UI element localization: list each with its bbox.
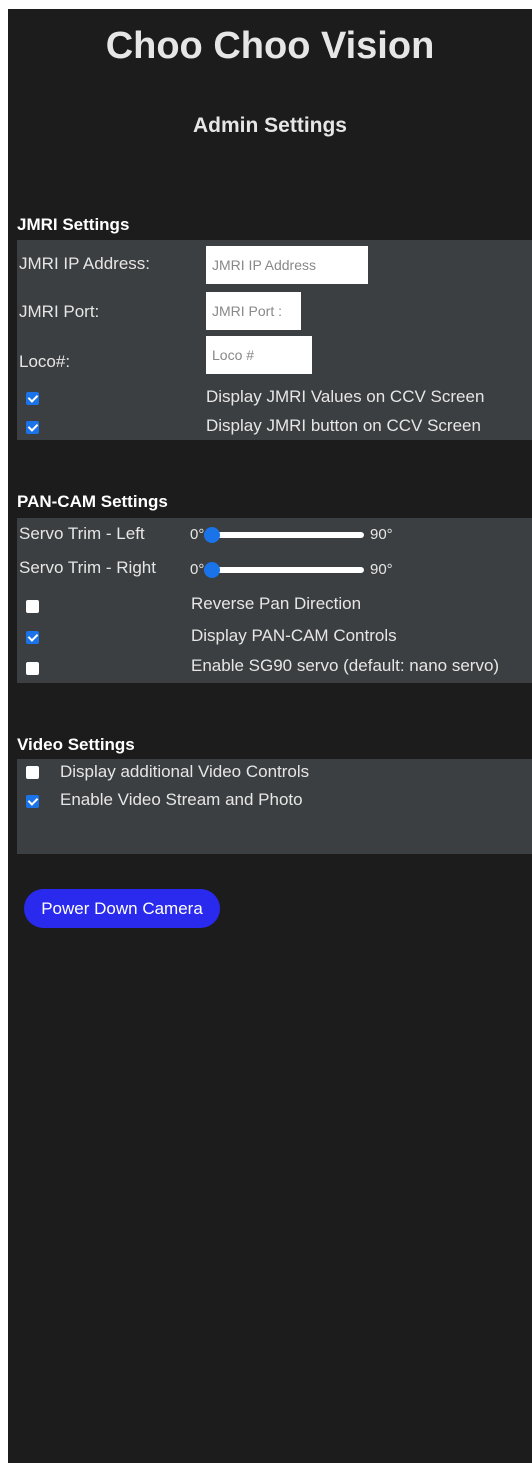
servo-trim-right-label: Servo Trim - Right [19,558,156,577]
jmri-ip-input[interactable] [206,246,368,284]
video-settings-heading: Video Settings [17,735,135,754]
servo-trim-left-slider[interactable] [204,527,364,543]
slider-track [204,532,364,538]
servo-trim-left-max: 90° [370,526,393,543]
enable-sg90-label: Enable SG90 servo (default: nano servo) [191,656,500,675]
reverse-pan-label: Reverse Pan Direction [191,594,362,613]
display-pancam-controls-label: Display PAN-CAM Controls [191,626,397,645]
servo-trim-right-slider[interactable] [204,562,364,578]
pancam-settings-panel: Servo Trim - Left 0° 90° Servo Trim - Ri… [17,518,532,683]
display-jmri-values-label: Display JMRI Values on CCV Screen [206,387,485,406]
enable-video-stream-label: Enable Video Stream and Photo [60,790,303,809]
jmri-settings-heading: JMRI Settings [17,215,130,234]
enable-video-stream-checkbox[interactable] [26,795,39,808]
additional-video-controls-label: Display additional Video Controls [60,762,310,781]
jmri-port-input[interactable] [206,292,301,330]
loco-number-label: Loco#: [19,352,71,371]
page-subtitle: Admin Settings [192,114,347,137]
jmri-port-label: JMRI Port: [19,302,100,321]
app-title: Choo Choo Vision [105,25,435,67]
pancam-settings-heading: PAN-CAM Settings [17,492,168,511]
servo-trim-left-min: 0° [190,526,205,543]
servo-trim-left-label: Servo Trim - Left [19,524,145,543]
video-settings-panel: Display additional Video Controls Enable… [17,759,532,854]
additional-video-controls-checkbox[interactable] [26,766,39,779]
slider-thumb[interactable] [204,527,220,543]
display-jmri-button-checkbox[interactable] [26,421,39,434]
jmri-ip-label: JMRI IP Address: [19,254,151,273]
jmri-settings-panel: JMRI IP Address: JMRI Port: Loco#: Displ… [17,240,532,440]
display-pancam-controls-checkbox[interactable] [26,631,39,644]
slider-thumb[interactable] [204,562,220,578]
reverse-pan-checkbox[interactable] [26,600,39,613]
display-jmri-values-checkbox[interactable] [26,392,39,405]
servo-trim-right-max: 90° [370,561,393,578]
enable-sg90-checkbox[interactable] [26,662,39,675]
power-down-camera-button[interactable]: Power Down Camera [24,889,220,928]
slider-track [204,567,364,573]
loco-number-input[interactable] [206,336,312,374]
display-jmri-button-label: Display JMRI button on CCV Screen [206,416,481,435]
admin-settings-page: Choo Choo Vision Admin Settings JMRI Set… [8,9,532,1463]
servo-trim-right-min: 0° [190,561,205,578]
